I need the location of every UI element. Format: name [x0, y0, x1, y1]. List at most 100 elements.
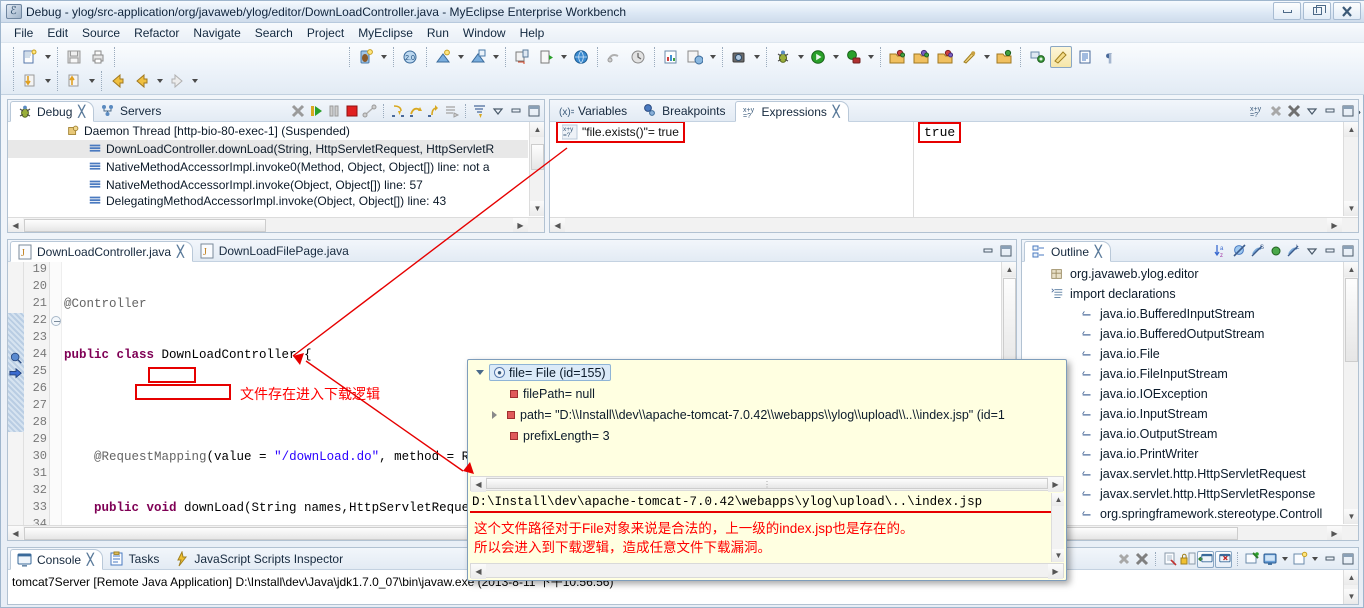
restore-button[interactable]	[1303, 2, 1331, 20]
step-return-icon[interactable]	[425, 103, 442, 120]
maximize-icon[interactable]	[1339, 243, 1356, 260]
debug-launch-dropdown[interactable]	[795, 46, 806, 68]
show-console-on-output-icon[interactable]	[1197, 550, 1214, 568]
history-button[interactable]	[627, 46, 649, 68]
globe-button[interactable]	[570, 46, 592, 68]
step-into-selection-button[interactable]	[19, 70, 41, 92]
menu-edit[interactable]: Edit	[40, 24, 75, 42]
display-selected-console-icon[interactable]	[1261, 551, 1278, 568]
maximize-icon[interactable]	[525, 103, 542, 120]
tab-outline-close[interactable]: ╳	[1095, 245, 1102, 258]
db-explorer-button[interactable]	[511, 46, 533, 68]
outline-item-import[interactable]: java.io.OutputStream	[1022, 424, 1342, 444]
view-menu-icon[interactable]	[1303, 103, 1320, 120]
hide-fields-icon[interactable]	[1231, 243, 1248, 260]
popup-detail-vertical-scrollbar[interactable]: ▲ ▼	[1051, 493, 1064, 562]
stack-frame-row[interactable]: DownLoadController.downLoad(String, Http…	[8, 140, 528, 158]
popup-tree[interactable]: ● file= File (id=155) filePath= null pat…	[470, 362, 1064, 474]
minimize-icon[interactable]	[507, 103, 524, 120]
scroll-thumb[interactable]	[1345, 278, 1358, 362]
menu-run[interactable]: Run	[420, 24, 456, 42]
outline-item-import[interactable]: java.io.BufferedInputStream	[1022, 304, 1342, 324]
editor-annotation-gutter[interactable]	[8, 262, 24, 525]
back-history-button[interactable]	[107, 70, 129, 92]
expander-right-icon[interactable]	[492, 410, 497, 419]
open-resource-button[interactable]	[934, 46, 956, 68]
stack-frame-row[interactable]: NativeMethodAccessorImpl.invoke(Object, …	[8, 176, 528, 194]
open-console-dropdown[interactable]	[1309, 551, 1320, 568]
deploy-dropdown[interactable]	[455, 46, 466, 68]
show-console-on-error-icon[interactable]	[1215, 550, 1232, 568]
menu-search[interactable]: Search	[248, 24, 300, 42]
resume-icon[interactable]	[307, 103, 324, 120]
scroll-thumb[interactable]	[1038, 527, 1238, 540]
popup-tree-row[interactable]: path= "D:\\Install\\dev\\apache-tomcat-7…	[470, 404, 1064, 425]
terminate-icon[interactable]	[1115, 551, 1132, 568]
outline-item-import[interactable]: java.io.FileInputStream	[1022, 364, 1342, 384]
report-button[interactable]	[660, 46, 682, 68]
tab-expressions[interactable]: x+y =? Expressions ╳	[734, 101, 849, 122]
tab-tasks[interactable]: Tasks	[103, 548, 169, 569]
add-watch-expression-icon[interactable]: x+y =?	[1249, 103, 1266, 120]
view-menu-icon[interactable]	[1303, 243, 1320, 260]
editor-tab-downloadcontroller[interactable]: J DownLoadController.java ╳	[10, 241, 193, 262]
maximize-icon[interactable]	[1339, 103, 1356, 120]
open-folder-button[interactable]	[993, 46, 1015, 68]
popup-detail-horizontal-scrollbar[interactable]: ◀ ▶	[470, 563, 1064, 579]
clear-console-icon[interactable]	[1161, 551, 1178, 568]
tab-servers[interactable]: Servers	[94, 100, 170, 121]
run-db-button[interactable]	[535, 46, 557, 68]
breakpoint-icon[interactable]	[9, 350, 23, 364]
step-into-icon[interactable]	[389, 103, 406, 120]
back-button[interactable]	[131, 70, 153, 92]
next-annotation-button[interactable]	[1026, 46, 1048, 68]
tab-console[interactable]: Console ╳	[10, 549, 103, 570]
popup-tree-horizontal-scrollbar[interactable]: ◀ ⋮ ▶	[470, 476, 1064, 492]
expressions-vertical-scrollbar[interactable]: ▲ ▼	[1343, 122, 1358, 216]
outline-item-import[interactable]: java.io.InputStream	[1022, 404, 1342, 424]
popup-tree-row[interactable]: filePath= null	[470, 383, 1064, 404]
menu-project[interactable]: Project	[300, 24, 351, 42]
step-return-dropdown[interactable]	[86, 70, 97, 92]
use-step-filters-icon[interactable]	[471, 103, 488, 120]
forward-button[interactable]	[166, 70, 188, 92]
remove-all-terminated-icon[interactable]	[1133, 551, 1150, 568]
editor-tab-downloadfilepage[interactable]: J DownLoadFilePage.java	[193, 240, 358, 261]
scroll-lock-icon[interactable]	[1179, 551, 1196, 568]
minimize-icon[interactable]	[1321, 243, 1338, 260]
debug-launch-button[interactable]	[772, 46, 794, 68]
run-db-dropdown[interactable]	[558, 46, 569, 68]
search-dropdown[interactable]	[981, 46, 992, 68]
terminate-icon[interactable]	[343, 103, 360, 120]
menu-source[interactable]: Source	[75, 24, 127, 42]
tab-debug[interactable]: Debug ╳	[10, 101, 94, 122]
view-menu-icon[interactable]	[489, 103, 506, 120]
tab-expressions-close[interactable]: ╳	[833, 105, 840, 118]
outline-tree[interactable]: org.javaweb.ylog.editor import declarati…	[1022, 262, 1358, 540]
toggle-mark-occurrences-button[interactable]	[1050, 46, 1072, 68]
new-wizard-button[interactable]	[19, 46, 41, 68]
suspend-icon[interactable]	[325, 103, 342, 120]
tab-variables[interactable]: (x)= Variables	[552, 100, 636, 121]
snapshot-dropdown[interactable]	[751, 46, 762, 68]
maximize-icon[interactable]	[997, 243, 1014, 260]
save-button[interactable]	[63, 46, 85, 68]
close-button[interactable]	[1333, 2, 1361, 20]
run-server-dropdown[interactable]	[490, 46, 501, 68]
open-web-browser-button[interactable]: 2.0	[399, 46, 421, 68]
stack-frame-row[interactable]: NativeMethodAccessorImpl.invoke0(Method,…	[8, 158, 528, 176]
tab-console-close[interactable]: ╳	[87, 553, 94, 566]
minimize-icon[interactable]	[979, 243, 996, 260]
minimize-button[interactable]	[1273, 2, 1301, 20]
debug-horizontal-scrollbar[interactable]: ◀ ▶	[8, 217, 544, 232]
scroll-thumb[interactable]: ⋮	[486, 478, 1048, 489]
uml-button[interactable]	[603, 46, 625, 68]
menu-myeclipse[interactable]: MyEclipse	[351, 24, 420, 42]
popup-root-chip[interactable]: ● file= File (id=155)	[489, 364, 611, 381]
external-tools-button[interactable]	[842, 46, 864, 68]
tab-debug-close[interactable]: ╳	[78, 105, 85, 118]
open-type-button[interactable]	[886, 46, 908, 68]
remove-all-icon[interactable]	[1285, 103, 1302, 120]
search-button[interactable]	[958, 46, 980, 68]
show-formatting-button[interactable]: ¶	[1098, 46, 1120, 68]
